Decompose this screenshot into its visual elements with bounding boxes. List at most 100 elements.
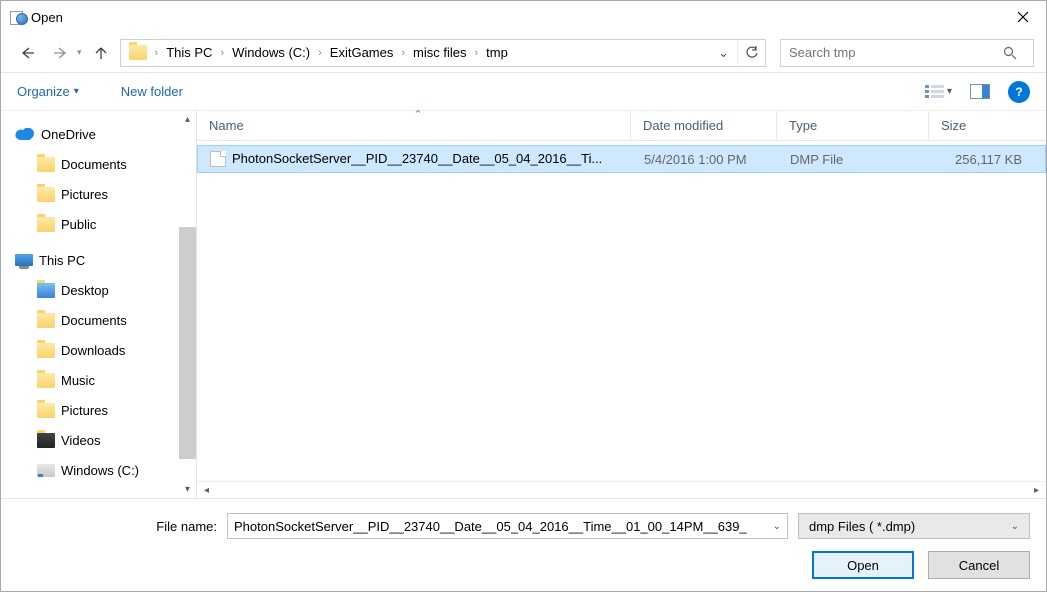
- drive-icon: [37, 464, 55, 477]
- onedrive-icon: [15, 128, 35, 140]
- nav-od-documents[interactable]: Documents: [1, 149, 196, 179]
- nav-documents[interactable]: Documents: [1, 305, 196, 335]
- folder-icon: [37, 373, 55, 388]
- app-icon: [9, 9, 25, 25]
- folder-icon: [37, 403, 55, 418]
- folder-icon: [37, 283, 55, 298]
- nav-od-public[interactable]: Public: [1, 209, 196, 239]
- chevron-right-icon[interactable]: ›: [316, 47, 324, 59]
- address-bar[interactable]: › This PC › Windows (C:) › ExitGames › m…: [120, 39, 766, 67]
- close-icon: [1017, 11, 1029, 23]
- crumb-miscfiles[interactable]: misc files: [407, 40, 472, 66]
- scroll-down-icon[interactable]: ▾: [179, 481, 196, 498]
- chevron-down-icon: ▾: [74, 86, 79, 97]
- body: OneDrive Documents Pictures Public This …: [1, 111, 1046, 498]
- chevron-right-icon[interactable]: ›: [218, 47, 226, 59]
- organize-label: Organize: [17, 84, 70, 99]
- scroll-thumb[interactable]: [179, 227, 196, 459]
- search-input[interactable]: [781, 45, 1003, 60]
- nav-scrollbar[interactable]: ▴ ▾: [179, 111, 196, 498]
- chevron-right-icon[interactable]: ›: [153, 47, 161, 59]
- toolbar: Organize ▾ New folder ▾ ?: [1, 73, 1046, 111]
- file-list-area: Name Date modified Type Size PhotonSocke…: [197, 111, 1046, 498]
- file-date: 5/4/2016 1:00 PM: [632, 152, 778, 167]
- scroll-up-icon[interactable]: ▴: [179, 111, 196, 128]
- scroll-right-icon[interactable]: ▸: [1028, 485, 1045, 496]
- cancel-button[interactable]: Cancel: [928, 551, 1030, 579]
- address-dropdown[interactable]: ⌄: [710, 45, 737, 61]
- arrow-right-icon: [52, 44, 70, 62]
- preview-pane-button[interactable]: [970, 84, 990, 99]
- nav-desktop[interactable]: Desktop: [1, 275, 196, 305]
- organize-button[interactable]: Organize ▾: [17, 84, 79, 99]
- crumb-root-icon[interactable]: [123, 40, 153, 66]
- refresh-button[interactable]: [737, 40, 765, 66]
- help-button[interactable]: ?: [1008, 81, 1030, 103]
- file-name: PhotonSocketServer__PID__23740__Date__05…: [232, 151, 602, 166]
- filename-combo[interactable]: PhotonSocketServer__PID__23740__Date__05…: [227, 513, 788, 539]
- scroll-left-icon[interactable]: ◂: [198, 485, 215, 496]
- back-button[interactable]: [13, 39, 41, 67]
- file-type: DMP File: [778, 152, 930, 167]
- folder-icon: [37, 157, 55, 172]
- refresh-icon: [745, 46, 759, 60]
- file-row[interactable]: PhotonSocketServer__PID__23740__Date__05…: [197, 145, 1046, 173]
- arrow-left-icon: [18, 44, 36, 62]
- close-button[interactable]: [1000, 1, 1046, 33]
- footer: File name: PhotonSocketServer__PID__2374…: [1, 498, 1046, 591]
- nav-thispc[interactable]: This PC: [1, 245, 196, 275]
- file-size: 256,117 KB: [930, 152, 1030, 167]
- crumb-tmp[interactable]: tmp: [480, 40, 514, 66]
- nav-pane: OneDrive Documents Pictures Public This …: [1, 111, 197, 498]
- nav-pictures[interactable]: Pictures: [1, 395, 196, 425]
- filename-label: File name:: [143, 519, 217, 534]
- horizontal-scrollbar[interactable]: ◂ ▸: [197, 481, 1046, 498]
- recent-locations-dropdown[interactable]: ▾: [77, 47, 82, 58]
- nav-downloads[interactable]: Downloads: [1, 335, 196, 365]
- layout-icon: [925, 84, 945, 100]
- folder-icon: [129, 45, 147, 60]
- nav-music[interactable]: Music: [1, 365, 196, 395]
- nav-videos[interactable]: Videos: [1, 425, 196, 455]
- titlebar: Open: [1, 1, 1046, 33]
- crumb-drive[interactable]: Windows (C:): [226, 40, 316, 66]
- chevron-right-icon[interactable]: ›: [399, 47, 407, 59]
- chevron-down-icon: ⌄: [1011, 521, 1019, 532]
- crumb-thispc[interactable]: This PC: [160, 40, 218, 66]
- navbar: ▾ › This PC › Windows (C:) › ExitGames ›…: [1, 33, 1046, 73]
- chevron-right-icon[interactable]: ›: [473, 47, 481, 59]
- filetype-value: dmp Files ( *.dmp): [809, 519, 915, 534]
- file-list: PhotonSocketServer__PID__23740__Date__05…: [197, 141, 1046, 481]
- search-icon[interactable]: [1003, 46, 1033, 60]
- forward-button[interactable]: [47, 39, 75, 67]
- arrow-up-icon: [93, 45, 109, 61]
- view-button[interactable]: ▾: [925, 84, 952, 100]
- crumb-exitgames[interactable]: ExitGames: [324, 40, 400, 66]
- column-headers: Name Date modified Type Size: [197, 111, 1046, 141]
- preview-pane-icon: [970, 84, 990, 99]
- chevron-down-icon: ▾: [947, 86, 952, 97]
- open-button[interactable]: Open: [812, 551, 914, 579]
- nav-od-pictures[interactable]: Pictures: [1, 179, 196, 209]
- filetype-combo[interactable]: dmp Files ( *.dmp) ⌄: [798, 513, 1030, 539]
- window-title: Open: [31, 10, 1000, 25]
- col-type[interactable]: Type: [777, 111, 929, 140]
- nav-onedrive[interactable]: OneDrive: [1, 119, 196, 149]
- pc-icon: [15, 254, 33, 266]
- nav-windows-c[interactable]: Windows (C:): [1, 455, 196, 485]
- up-button[interactable]: [88, 40, 114, 66]
- filename-row: File name: PhotonSocketServer__PID__2374…: [17, 513, 1030, 539]
- folder-icon: [37, 433, 55, 448]
- col-date[interactable]: Date modified: [631, 111, 777, 140]
- col-name[interactable]: Name: [197, 111, 631, 140]
- folder-icon: [37, 217, 55, 232]
- new-folder-button[interactable]: New folder: [121, 84, 183, 99]
- button-row: Open Cancel: [17, 551, 1030, 579]
- open-dialog: Open ▾ › This PC › Windows (C:) › ExitGa…: [0, 0, 1047, 592]
- file-icon: [210, 151, 226, 167]
- search-box[interactable]: [780, 39, 1034, 67]
- folder-icon: [37, 313, 55, 328]
- col-size[interactable]: Size: [929, 111, 1029, 140]
- folder-icon: [37, 343, 55, 358]
- folder-icon: [37, 187, 55, 202]
